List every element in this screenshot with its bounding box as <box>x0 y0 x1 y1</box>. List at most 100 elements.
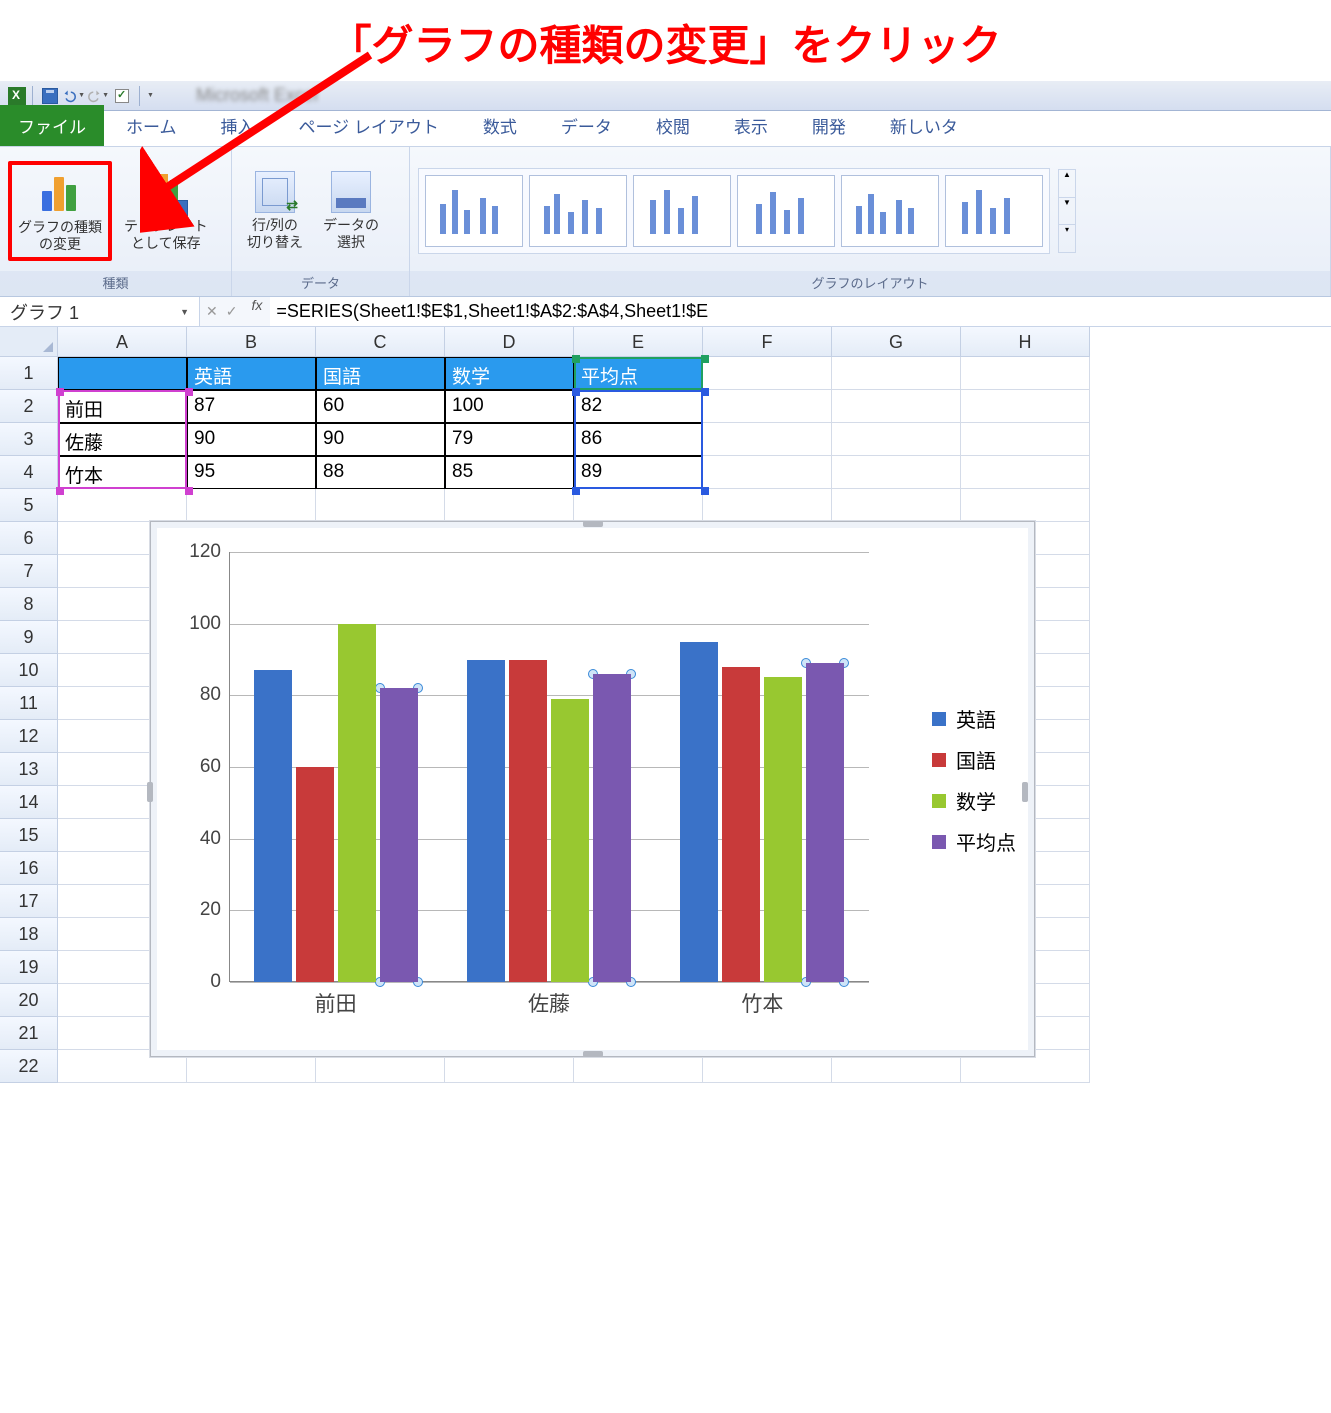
row-header[interactable]: 20 <box>0 984 58 1017</box>
layout-thumb[interactable] <box>841 175 939 247</box>
select-data-button[interactable]: データの 選択 <box>316 167 386 255</box>
qat-customize-icon[interactable]: ▼ <box>147 92 154 99</box>
cell[interactable] <box>316 489 445 522</box>
row-header[interactable]: 12 <box>0 720 58 753</box>
chart-resize-handle[interactable] <box>147 782 153 802</box>
chart-plot-area[interactable]: 020406080100120前田佐藤竹本 <box>229 552 869 982</box>
cell[interactable] <box>187 489 316 522</box>
chart-bar[interactable] <box>467 660 505 983</box>
cell[interactable] <box>703 390 832 423</box>
column-header[interactable]: F <box>703 327 832 357</box>
cell[interactable] <box>703 489 832 522</box>
column-header[interactable]: C <box>316 327 445 357</box>
embedded-chart[interactable]: 020406080100120前田佐藤竹本英語国語数学平均点 <box>150 521 1035 1057</box>
row-header[interactable]: 4 <box>0 456 58 489</box>
column-header[interactable]: G <box>832 327 961 357</box>
cell[interactable] <box>961 456 1090 489</box>
layout-thumb[interactable] <box>425 175 523 247</box>
legend-item[interactable]: 英語 <box>932 704 1016 733</box>
layout-thumb[interactable] <box>529 175 627 247</box>
layout-thumb[interactable] <box>737 175 835 247</box>
column-header[interactable]: A <box>58 327 187 357</box>
row-header[interactable]: 9 <box>0 621 58 654</box>
worksheet-grid[interactable]: ABCDEFGH1英語国語数学平均点2前田8760100823佐藤9090798… <box>0 327 1331 1083</box>
chart-bar[interactable] <box>764 677 802 982</box>
row-header[interactable]: 6 <box>0 522 58 555</box>
column-header[interactable]: H <box>961 327 1090 357</box>
qat-check-button[interactable] <box>111 85 133 107</box>
cell[interactable]: 89 <box>574 456 703 489</box>
chart-bar[interactable] <box>296 767 334 982</box>
row-header[interactable]: 3 <box>0 423 58 456</box>
chart-resize-handle[interactable] <box>583 521 603 527</box>
change-chart-type-button[interactable]: グラフの種類 の変更 <box>8 161 112 261</box>
cell[interactable]: 英語 <box>187 357 316 390</box>
redo-button[interactable]: ▼ <box>87 85 109 107</box>
cell[interactable] <box>961 489 1090 522</box>
cell[interactable] <box>703 357 832 390</box>
chart-bar[interactable] <box>254 670 292 982</box>
chart-layout-gallery[interactable] <box>418 168 1050 254</box>
row-header[interactable]: 1 <box>0 357 58 390</box>
cell[interactable]: 90 <box>316 423 445 456</box>
row-header[interactable]: 10 <box>0 654 58 687</box>
cell[interactable]: 90 <box>187 423 316 456</box>
tab-data[interactable]: データ <box>539 105 634 146</box>
gallery-scroll[interactable]: ▲ ▼ ▾ <box>1058 169 1076 253</box>
cell[interactable] <box>58 357 187 390</box>
name-box[interactable]: グラフ 1▼ <box>0 297 200 326</box>
tab-pagelayout[interactable]: ページ レイアウト <box>277 105 461 146</box>
cell[interactable]: 87 <box>187 390 316 423</box>
cell[interactable]: 85 <box>445 456 574 489</box>
cell[interactable]: 国語 <box>316 357 445 390</box>
layout-thumb[interactable] <box>945 175 1043 247</box>
tab-insert[interactable]: 挿入 <box>199 105 277 146</box>
cell[interactable]: 前田 <box>58 390 187 423</box>
cell[interactable]: 100 <box>445 390 574 423</box>
layout-thumb[interactable] <box>633 175 731 247</box>
cell[interactable] <box>832 456 961 489</box>
fx-label[interactable]: fx <box>243 297 270 326</box>
tab-home[interactable]: ホーム <box>104 105 199 146</box>
legend-item[interactable]: 国語 <box>932 745 1016 774</box>
column-header[interactable]: E <box>574 327 703 357</box>
cell[interactable] <box>961 423 1090 456</box>
cell[interactable]: 竹本 <box>58 456 187 489</box>
chart-bar[interactable] <box>509 660 547 983</box>
row-header[interactable]: 13 <box>0 753 58 786</box>
save-button[interactable] <box>39 85 61 107</box>
cell[interactable]: 平均点 <box>574 357 703 390</box>
row-header[interactable]: 18 <box>0 918 58 951</box>
cell[interactable] <box>832 357 961 390</box>
cell[interactable] <box>703 456 832 489</box>
save-as-template-button[interactable]: テンプレート として保存 <box>118 166 214 256</box>
tab-file[interactable]: ファイル <box>0 105 104 146</box>
cancel-formula-icon[interactable]: ✕ <box>206 303 218 320</box>
row-header[interactable]: 16 <box>0 852 58 885</box>
row-header[interactable]: 19 <box>0 951 58 984</box>
row-header[interactable]: 21 <box>0 1017 58 1050</box>
row-header[interactable]: 17 <box>0 885 58 918</box>
row-header[interactable]: 2 <box>0 390 58 423</box>
tab-new[interactable]: 新しいタ <box>868 105 980 146</box>
row-header[interactable]: 5 <box>0 489 58 522</box>
tab-review[interactable]: 校閲 <box>634 105 712 146</box>
chart-bar[interactable] <box>551 699 589 982</box>
row-header[interactable]: 14 <box>0 786 58 819</box>
chart-bar[interactable] <box>680 642 718 982</box>
cell[interactable] <box>832 489 961 522</box>
formula-input[interactable]: =SERIES(Sheet1!$E$1,Sheet1!$A$2:$A$4,She… <box>270 297 1331 326</box>
column-header[interactable]: B <box>187 327 316 357</box>
chart-resize-handle[interactable] <box>1022 782 1028 802</box>
cell[interactable]: 88 <box>316 456 445 489</box>
cell[interactable] <box>574 489 703 522</box>
row-header[interactable]: 8 <box>0 588 58 621</box>
cell[interactable] <box>832 423 961 456</box>
enter-formula-icon[interactable]: ✓ <box>226 303 238 320</box>
row-header[interactable]: 11 <box>0 687 58 720</box>
cell[interactable]: 60 <box>316 390 445 423</box>
row-header[interactable]: 7 <box>0 555 58 588</box>
cell[interactable]: 82 <box>574 390 703 423</box>
undo-button[interactable]: ▼ <box>63 85 85 107</box>
chart-bar[interactable] <box>380 688 418 982</box>
